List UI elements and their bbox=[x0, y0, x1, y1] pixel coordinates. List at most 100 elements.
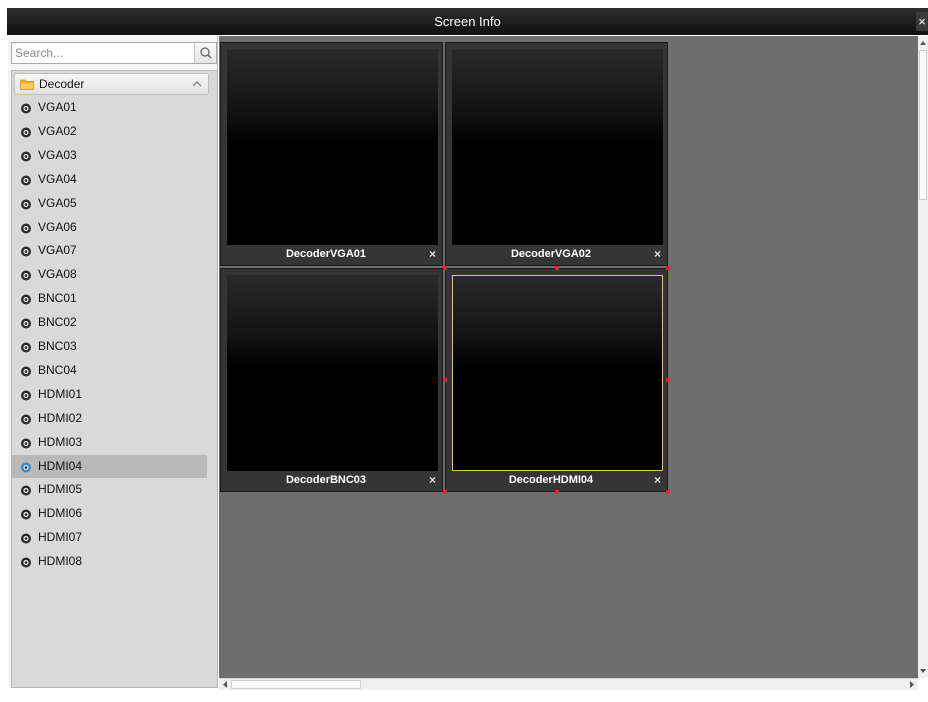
tree-item-label: VGA05 bbox=[38, 195, 77, 210]
tree-item[interactable]: HDMI01 bbox=[12, 383, 207, 406]
screen-tile[interactable]: DecoderHDMI04 × bbox=[445, 268, 668, 492]
resize-handle[interactable] bbox=[666, 266, 670, 270]
tree-item[interactable]: BNC04 bbox=[12, 359, 207, 382]
tree-item[interactable]: HDMI05 bbox=[12, 478, 207, 501]
tree-item[interactable]: VGA04 bbox=[12, 168, 207, 191]
tree-item-label: HDMI01 bbox=[38, 386, 83, 401]
camera-icon bbox=[21, 414, 31, 425]
close-button[interactable]: × bbox=[916, 12, 928, 31]
tree-item-label: BNC01 bbox=[38, 291, 77, 306]
tree-item-label: BNC04 bbox=[38, 362, 77, 377]
screen-info-window: Screen Info × Decoder bbox=[0, 0, 928, 702]
screen-label: DecoderVGA02 bbox=[510, 248, 592, 260]
tree-item-label: HDMI03 bbox=[38, 434, 83, 449]
screen-label: DecoderBNC03 bbox=[285, 474, 367, 486]
camera-icon bbox=[21, 127, 31, 138]
camera-icon bbox=[21, 509, 31, 520]
tree-item-label: HDMI04 bbox=[38, 458, 83, 473]
tree-item-label: BNC03 bbox=[38, 339, 77, 353]
resize-handle[interactable] bbox=[443, 378, 447, 382]
folder-icon bbox=[20, 79, 34, 90]
camera-icon bbox=[21, 175, 31, 186]
tree-item[interactable]: VGA07 bbox=[12, 239, 207, 262]
tree-item[interactable]: HDMI02 bbox=[12, 407, 207, 430]
horizontal-scroll-thumb[interactable] bbox=[231, 680, 361, 689]
tree-item[interactable]: HDMI03 bbox=[12, 431, 207, 454]
window-title: Screen Info bbox=[434, 14, 501, 29]
close-icon[interactable]: × bbox=[654, 247, 661, 261]
resize-handle[interactable] bbox=[666, 490, 670, 494]
tree-item[interactable]: BNC03 bbox=[12, 335, 207, 358]
camera-icon bbox=[21, 438, 31, 449]
camera-icon bbox=[21, 557, 31, 568]
resize-handle[interactable] bbox=[443, 266, 447, 270]
scroll-right-icon[interactable] bbox=[906, 679, 918, 690]
video-preview[interactable] bbox=[452, 49, 663, 245]
tree-item[interactable]: VGA05 bbox=[12, 192, 207, 215]
camera-icon bbox=[21, 485, 31, 496]
screen-tile[interactable]: DecoderBNC03 × bbox=[220, 268, 443, 492]
tree-item-label: HDMI07 bbox=[38, 530, 83, 545]
video-preview[interactable] bbox=[227, 49, 438, 245]
title-bar: Screen Info × bbox=[7, 8, 928, 35]
scroll-left-icon[interactable] bbox=[219, 679, 231, 690]
search-box bbox=[11, 42, 217, 64]
camera-icon bbox=[21, 318, 31, 329]
tree-item-label: VGA04 bbox=[38, 171, 77, 186]
tree-item-label: VGA07 bbox=[38, 243, 77, 258]
tree-item[interactable]: BNC01 bbox=[12, 287, 207, 310]
resize-handle[interactable] bbox=[554, 490, 559, 494]
camera-icon bbox=[21, 366, 31, 377]
tree-item-label: HDMI05 bbox=[38, 482, 83, 497]
video-preview[interactable] bbox=[227, 275, 438, 471]
tree-item-label: BNC02 bbox=[38, 315, 77, 330]
screen-wall-workspace[interactable]: DecoderVGA01 × DecoderVGA02 × DecoderBNC03 × D… bbox=[219, 36, 918, 678]
close-icon[interactable]: × bbox=[429, 247, 436, 261]
tree-item[interactable]: VGA02 bbox=[12, 120, 207, 143]
close-icon: × bbox=[918, 14, 926, 29]
vertical-scrollbar[interactable] bbox=[918, 36, 928, 678]
horizontal-scrollbar[interactable] bbox=[219, 678, 918, 690]
camera-icon bbox=[21, 390, 31, 401]
tree-item-label: VGA08 bbox=[38, 267, 77, 282]
screen-tile[interactable]: DecoderVGA02 × bbox=[445, 42, 668, 266]
camera-icon bbox=[21, 462, 31, 472]
camera-icon bbox=[21, 342, 31, 353]
close-icon[interactable]: × bbox=[429, 473, 436, 487]
camera-icon bbox=[21, 151, 31, 162]
tree-item[interactable]: BNC02 bbox=[12, 311, 207, 334]
tree-item-label: VGA02 bbox=[38, 123, 77, 138]
camera-icon bbox=[21, 533, 31, 544]
tree-item[interactable]: HDMI08 bbox=[12, 550, 207, 573]
tree-item[interactable]: VGA08 bbox=[12, 263, 207, 286]
resize-handle[interactable] bbox=[554, 266, 559, 270]
vertical-scroll-thumb[interactable] bbox=[919, 50, 927, 200]
tree-item-label: VGA01 bbox=[38, 100, 77, 114]
device-tree: Decoder VGA01 VGA02 VGA03 VGA04 VGA05 VGA06 VG… bbox=[11, 70, 218, 688]
camera-icon bbox=[21, 246, 31, 257]
tree-item[interactable]: HDMI04 bbox=[12, 454, 207, 478]
close-icon[interactable]: × bbox=[654, 473, 661, 487]
screen-tile[interactable]: DecoderVGA01 × bbox=[220, 42, 443, 266]
tree-item[interactable]: VGA03 bbox=[12, 144, 207, 167]
group-label: Decoder bbox=[39, 77, 85, 91]
tree-item[interactable]: VGA06 bbox=[12, 216, 207, 239]
resize-handle[interactable] bbox=[666, 378, 670, 382]
tree-item[interactable]: HDMI06 bbox=[12, 502, 207, 525]
resize-handle[interactable] bbox=[443, 490, 447, 494]
screen-label: DecoderVGA01 bbox=[285, 248, 367, 260]
camera-icon bbox=[21, 294, 31, 305]
group-header-decoder[interactable]: Decoder bbox=[14, 73, 209, 95]
camera-icon bbox=[21, 103, 31, 114]
chevron-up-icon[interactable] bbox=[192, 78, 202, 90]
search-button[interactable] bbox=[194, 43, 216, 63]
camera-icon bbox=[21, 199, 31, 210]
tree-item[interactable]: VGA01 bbox=[12, 96, 207, 119]
sidebar: Decoder VGA01 VGA02 VGA03 VGA04 VGA05 VGA06 VG… bbox=[8, 36, 218, 688]
search-input[interactable] bbox=[12, 43, 192, 63]
video-preview[interactable] bbox=[452, 275, 663, 471]
search-icon bbox=[200, 47, 212, 59]
scroll-up-icon[interactable] bbox=[918, 36, 928, 50]
tree-item[interactable]: HDMI07 bbox=[12, 526, 207, 549]
scroll-down-icon[interactable] bbox=[918, 664, 928, 678]
